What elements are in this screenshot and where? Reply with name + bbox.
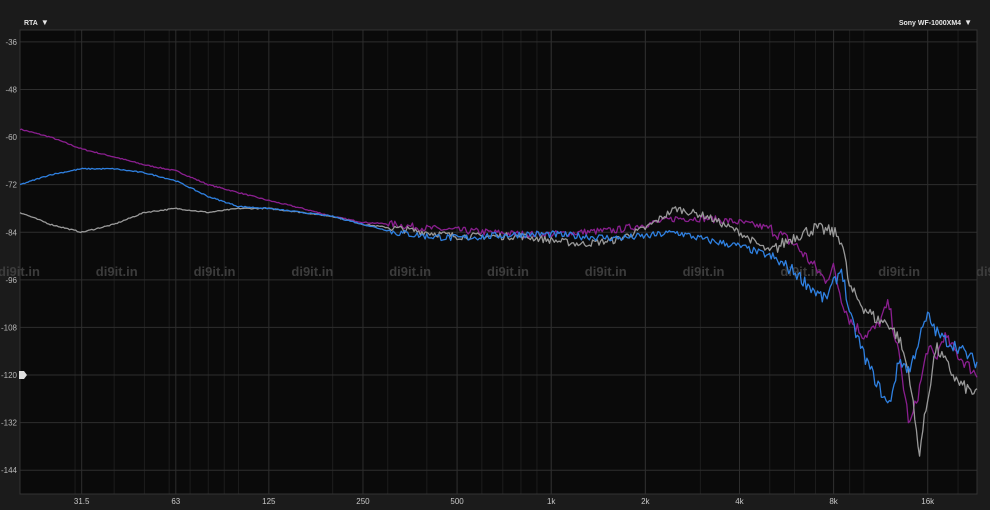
caret-down-icon: ▼ [964,18,972,27]
x-tick-label: 63 [171,497,180,506]
x-tick-label: 125 [262,497,276,506]
watermark-text: di9it.in [683,264,725,279]
y-tick-label: -84 [5,228,17,237]
watermark-text: di9it.in [389,264,431,279]
x-tick-label: 8k [829,497,838,506]
x-tick-label: 4k [735,497,744,506]
x-tick-label: 31.5 [74,497,90,506]
y-tick-label: -144 [1,466,18,475]
y-tick-label: -120 [1,371,18,380]
y-tick-label: -132 [1,419,18,428]
y-tick-label: -60 [5,133,17,142]
x-tick-label: 2k [641,497,650,506]
device-dropdown[interactable]: Sony WF-1000XM4 ▼ [899,18,972,27]
watermark-text: di9it.in [291,264,333,279]
watermark-text: di9it.in [194,264,236,279]
y-tick-label: -96 [5,276,17,285]
x-tick-label: 16k [921,497,935,506]
watermark-text: di9it.in [96,264,138,279]
watermark-text: di9it.in [976,264,990,279]
mode-dropdown-label: RTA [24,20,38,27]
mode-dropdown[interactable]: RTA ▼ [24,18,49,27]
y-tick-label: -72 [5,181,17,190]
x-tick-label: 1k [547,497,556,506]
x-tick-label: 500 [450,497,464,506]
device-dropdown-label: Sony WF-1000XM4 [898,20,962,27]
y-tick-label: -36 [5,38,17,47]
rta-chart: di9it.in di9it.in di9it.in di9it.in di9it.in… [0,0,990,510]
x-tick-label: 250 [356,497,370,506]
y-tick-label: -108 [1,323,18,332]
y-tick-label: -48 [5,85,17,94]
watermark-text: di9it.in [585,264,627,279]
watermark-text: di9it.in [878,264,920,279]
caret-down-icon: ▼ [40,18,49,27]
watermark-text: di9it.in [487,264,529,279]
